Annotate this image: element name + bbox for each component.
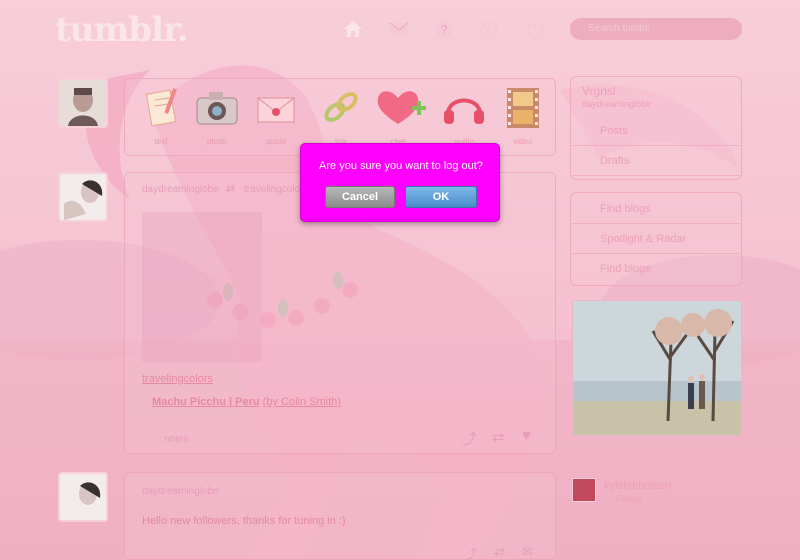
film-strip-icon bbox=[507, 88, 539, 128]
cancel-button[interactable]: Cancel bbox=[325, 186, 395, 208]
mail-icon[interactable] bbox=[388, 18, 410, 40]
post-type-chat[interactable]: chat bbox=[372, 86, 426, 146]
post-author[interactable]: daydreaminglobe bbox=[142, 486, 219, 497]
search-input[interactable]: Search tumblr bbox=[570, 18, 742, 40]
radar-user[interactable]: kylehibbutson bbox=[604, 480, 671, 492]
reblog-source[interactable]: travelingcolors bbox=[244, 184, 308, 195]
post-avatar[interactable] bbox=[58, 172, 108, 222]
gear-icon[interactable] bbox=[478, 18, 500, 40]
post-type-video[interactable]: video bbox=[497, 86, 549, 146]
sidebar-item-label: Find blogs bbox=[600, 263, 651, 275]
sidebar-item-posts[interactable]: Posts bbox=[572, 116, 740, 146]
share-icon[interactable]: ⤴ bbox=[464, 544, 477, 560]
reblog-icon: ⇄ bbox=[226, 183, 236, 195]
mail-icon[interactable]: ✉ bbox=[522, 544, 533, 560]
help-icon[interactable]: ? bbox=[433, 18, 455, 40]
radar-image[interactable] bbox=[572, 300, 742, 436]
post-photo[interactable] bbox=[142, 212, 262, 362]
reblog-icon[interactable]: ⇄ bbox=[494, 544, 505, 560]
reblog-icon[interactable]: ⇄ bbox=[492, 428, 505, 446]
tumblr-logo[interactable]: tumblr. bbox=[55, 10, 189, 50]
radar-user-avatar[interactable] bbox=[572, 478, 596, 502]
sidebar-item-find-blogs[interactable]: Find blogs bbox=[572, 194, 740, 224]
like-heart-icon[interactable]: ♥ bbox=[522, 427, 531, 444]
sidebar-item-find-blogs-2[interactable]: Find blogs bbox=[572, 254, 740, 284]
post-type-link[interactable]: link bbox=[315, 86, 367, 146]
user-avatar[interactable] bbox=[58, 78, 108, 128]
link-chain-icon bbox=[324, 92, 358, 122]
sidebar-item-label: Spotlight & Radar bbox=[600, 233, 687, 245]
post-type-label: quote bbox=[265, 137, 287, 146]
home-icon[interactable] bbox=[342, 18, 364, 40]
post-type-label: video bbox=[513, 137, 533, 146]
caption-title[interactable]: Machu Picchu | Peru bbox=[152, 396, 260, 408]
post-avatar[interactable] bbox=[58, 472, 108, 522]
text-notepad-icon bbox=[145, 88, 177, 127]
share-icon[interactable]: ⤴ bbox=[462, 428, 477, 449]
post-type-label: text bbox=[154, 137, 168, 146]
header: tumblr. ? Search tumblr bbox=[0, 0, 800, 60]
post-type-label: photo bbox=[206, 137, 228, 146]
notes-count[interactable]: notes bbox=[164, 434, 188, 445]
sidebar-item-label: Find blogs bbox=[600, 203, 651, 215]
sidebar-blog-name[interactable]: Vrgnsl bbox=[582, 84, 616, 98]
post-type-audio[interactable]: audio bbox=[438, 86, 490, 146]
heart-plus-icon bbox=[377, 91, 426, 124]
source-link[interactable]: travelingcolors bbox=[142, 373, 213, 385]
camera-icon bbox=[196, 92, 238, 125]
power-icon[interactable] bbox=[524, 18, 546, 40]
svg-text:?: ? bbox=[440, 22, 447, 37]
post-type-quote[interactable]: quote bbox=[250, 86, 302, 146]
sidebar-blog-sub[interactable]: daydreaminglobe bbox=[582, 99, 651, 109]
search-placeholder: Search tumblr bbox=[588, 23, 651, 34]
ok-button[interactable]: OK bbox=[405, 186, 477, 208]
sidebar-item-spotlight[interactable]: Spotlight & Radar bbox=[572, 224, 740, 254]
headphones-icon bbox=[444, 98, 484, 124]
post-type-photo[interactable]: photo bbox=[191, 86, 243, 146]
post-text: Hello new followers, thanks for tuning i… bbox=[142, 515, 346, 527]
post-type-text[interactable]: text bbox=[135, 86, 187, 146]
sidebar-item-label: Drafts bbox=[600, 155, 630, 167]
logout-confirm-dialog: Are you sure you want to log out? Cancel… bbox=[300, 143, 500, 222]
radar-follow[interactable]: Follow bbox=[616, 494, 642, 504]
post-caption: Machu Picchu | Peru (by Colin Smith) bbox=[152, 396, 341, 408]
sidebar-item-drafts[interactable]: Drafts bbox=[572, 146, 740, 176]
sidebar-item-label: Posts bbox=[600, 125, 628, 137]
dialog-message: Are you sure you want to log out? bbox=[319, 160, 483, 172]
quote-envelope-icon bbox=[257, 97, 295, 123]
caption-credit[interactable]: (by Colin Smith) bbox=[263, 396, 341, 408]
post-author[interactable]: daydreaminglobe bbox=[142, 184, 219, 195]
